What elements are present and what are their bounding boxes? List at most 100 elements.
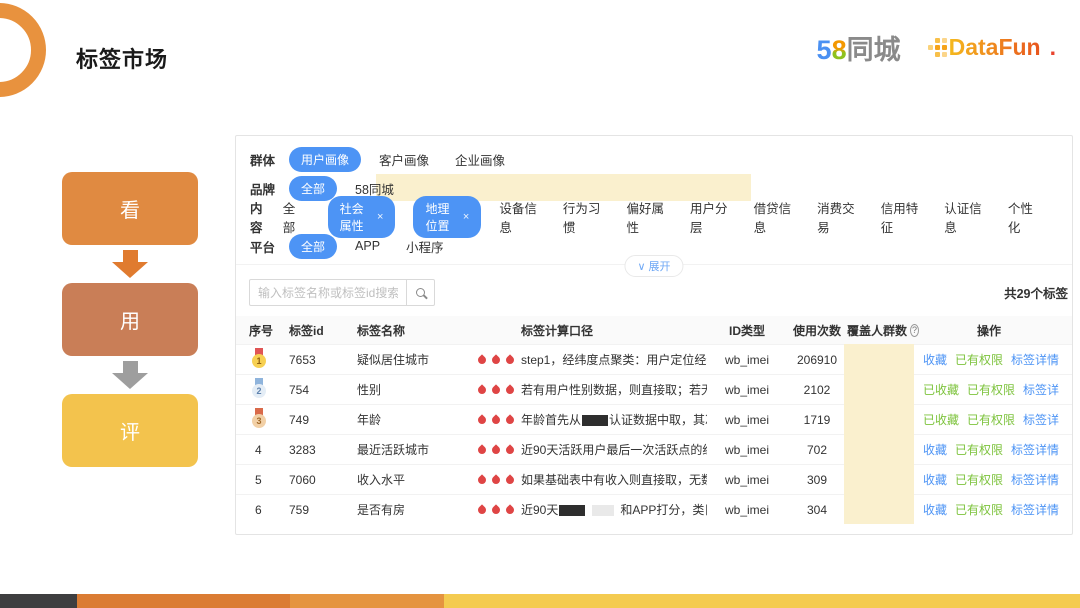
logo-58-five: 5	[817, 35, 832, 65]
favorite-link[interactable]: 收藏	[923, 353, 947, 367]
favorite-link[interactable]: 收藏	[923, 473, 947, 487]
help-icon[interactable]: ?	[910, 324, 919, 337]
close-icon[interactable]: ×	[377, 211, 383, 223]
table-row: 6 759 是否有房 近90天和APP打分，类目... wb_imei 304 …	[236, 494, 1072, 524]
filter-option-content-all[interactable]: 全部	[283, 198, 302, 236]
filter-pill-social-attr[interactable]: 社会属性×	[328, 196, 396, 238]
filter-option-behavior[interactable]: 行为习惯	[563, 198, 601, 236]
arrow-down-icon	[112, 361, 148, 389]
datafun-dots-icon	[935, 45, 940, 50]
flame-icon	[476, 474, 487, 485]
id-type: wb_imei	[707, 413, 787, 427]
search-button[interactable]	[407, 279, 435, 306]
favorited-link[interactable]: 已收藏	[923, 383, 959, 397]
col-usage: 使用次数	[787, 322, 847, 339]
filter-option-loan-info[interactable]: 借贷信息	[754, 198, 792, 236]
search-input[interactable]	[249, 279, 407, 306]
flame-icon	[504, 504, 515, 515]
flame-icon	[490, 354, 501, 365]
filter-option-credit-feature[interactable]: 信用特征	[881, 198, 919, 236]
tag-calc: 如果基础表中有收入则直接取，无数据...	[521, 471, 707, 488]
logo-area: 58同城 DataFun.	[817, 28, 1056, 67]
tag-detail-link[interactable]: 标签详情	[1011, 473, 1059, 487]
filter-pill-platform-all[interactable]: 全部	[289, 234, 337, 259]
filter-option-device-info[interactable]: 设备信息	[499, 198, 537, 236]
redaction-block	[582, 415, 608, 426]
filter-option-user-tier[interactable]: 用户分层	[690, 198, 728, 236]
filter-row-group: 群体 用户画像 客户画像 企业画像	[250, 147, 1062, 171]
heat-icons	[475, 443, 521, 457]
tag-market-panel: 群体 用户画像 客户画像 企业画像 品牌 全部 58同城 内容 全部 社会属性×…	[235, 135, 1073, 535]
heat-icons	[475, 473, 521, 487]
logo-58-city: 同城	[847, 35, 901, 65]
filter-option-consume-trade[interactable]: 消费交易	[817, 198, 855, 236]
filter-option-enterprise-profile[interactable]: 企业画像	[455, 150, 505, 169]
col-id-type: ID类型	[707, 322, 787, 339]
tag-id: 7653	[289, 353, 357, 367]
flow-step-use: 用	[62, 283, 198, 356]
coverage-redaction-block	[844, 344, 914, 524]
filter-label-group: 群体	[250, 150, 275, 169]
flame-icon	[476, 384, 487, 395]
filter-label-brand: 品牌	[250, 179, 275, 198]
table-header: 序号 标签id 标签名称 标签计算口径 ID类型 使用次数 覆盖人群数? 操作	[236, 316, 1072, 344]
expand-button[interactable]: ∨ 展开	[624, 255, 683, 277]
filter-option-auth-info[interactable]: 认证信息	[944, 198, 982, 236]
filter-option-58tongcheng[interactable]: 58同城	[355, 179, 394, 198]
table-row: 2 754 性别 若有用户性别数据，则直接取；若无性... wb_imei 21…	[236, 374, 1072, 404]
chevron-down-icon: ∨	[637, 260, 645, 273]
coverage-label: 覆盖人群数	[847, 322, 907, 339]
permission-link[interactable]: 已有权限	[967, 413, 1015, 427]
permission-link[interactable]: 已有权限	[955, 473, 1003, 487]
tag-detail-link[interactable]: 标签详情	[1023, 383, 1059, 397]
search-icon	[416, 288, 425, 297]
filter-pill-brand-all[interactable]: 全部	[289, 176, 337, 201]
row-index: 5	[249, 473, 289, 487]
tag-table: 序号 标签id 标签名称 标签计算口径 ID类型 使用次数 覆盖人群数? 操作 …	[236, 316, 1072, 524]
usage-count: 206910	[787, 353, 847, 367]
filter-option-app[interactable]: APP	[355, 239, 380, 253]
tag-detail-link[interactable]: 标签详情	[1011, 443, 1059, 457]
datafun-period: .	[1050, 34, 1056, 61]
flame-icon	[490, 384, 501, 395]
flame-icon	[476, 504, 487, 515]
tag-total-count: 共29个标签	[1004, 283, 1068, 302]
tag-detail-link[interactable]: 标签详情	[1011, 353, 1059, 367]
flame-icon	[490, 474, 501, 485]
favorited-link[interactable]: 已收藏	[923, 413, 959, 427]
filter-option-preference[interactable]: 偏好属性	[626, 198, 664, 236]
row-index: 4	[249, 443, 289, 457]
filter-option-miniprogram[interactable]: 小程序	[406, 237, 444, 256]
tag-detail-link[interactable]: 标签详情	[1023, 413, 1059, 427]
permission-link[interactable]: 已有权限	[955, 443, 1003, 457]
flow-step-look: 看	[62, 172, 198, 245]
footer-bar	[0, 594, 1080, 608]
search-row: 共29个标签	[249, 279, 1068, 306]
usage-count: 2102	[787, 383, 847, 397]
permission-link[interactable]: 已有权限	[967, 383, 1015, 397]
favorite-link[interactable]: 收藏	[923, 443, 947, 457]
heat-icons	[475, 503, 521, 517]
favorite-link[interactable]: 收藏	[923, 503, 947, 517]
action-cell: 已收藏已有权限标签详情	[919, 411, 1059, 428]
tag-detail-link[interactable]: 标签详情	[1011, 503, 1059, 517]
tag-name: 最近活跃城市	[357, 441, 475, 458]
filter-option-personalize[interactable]: 个性化	[1008, 198, 1036, 236]
row-index: 6	[249, 503, 289, 517]
logo-58-eight: 8	[832, 35, 847, 65]
heat-icons	[475, 383, 521, 397]
close-icon[interactable]: ×	[463, 211, 469, 223]
table-row: 5 7060 收入水平 如果基础表中有收入则直接取，无数据... wb_imei…	[236, 464, 1072, 494]
filter-pill-user-profile[interactable]: 用户画像	[289, 147, 361, 172]
footer-segment-light-orange	[290, 594, 444, 608]
col-calc: 标签计算口径	[521, 322, 707, 339]
tag-id: 759	[289, 503, 357, 517]
usage-count: 702	[787, 443, 847, 457]
permission-link[interactable]: 已有权限	[955, 503, 1003, 517]
permission-link[interactable]: 已有权限	[955, 353, 1003, 367]
filter-pill-geo-location[interactable]: 地理位置×	[413, 196, 481, 238]
filter-option-customer-profile[interactable]: 客户画像	[379, 150, 429, 169]
bronze-medal-icon: 3	[251, 408, 267, 428]
page-title: 标签市场	[76, 42, 168, 74]
decorative-ring	[0, 3, 46, 97]
